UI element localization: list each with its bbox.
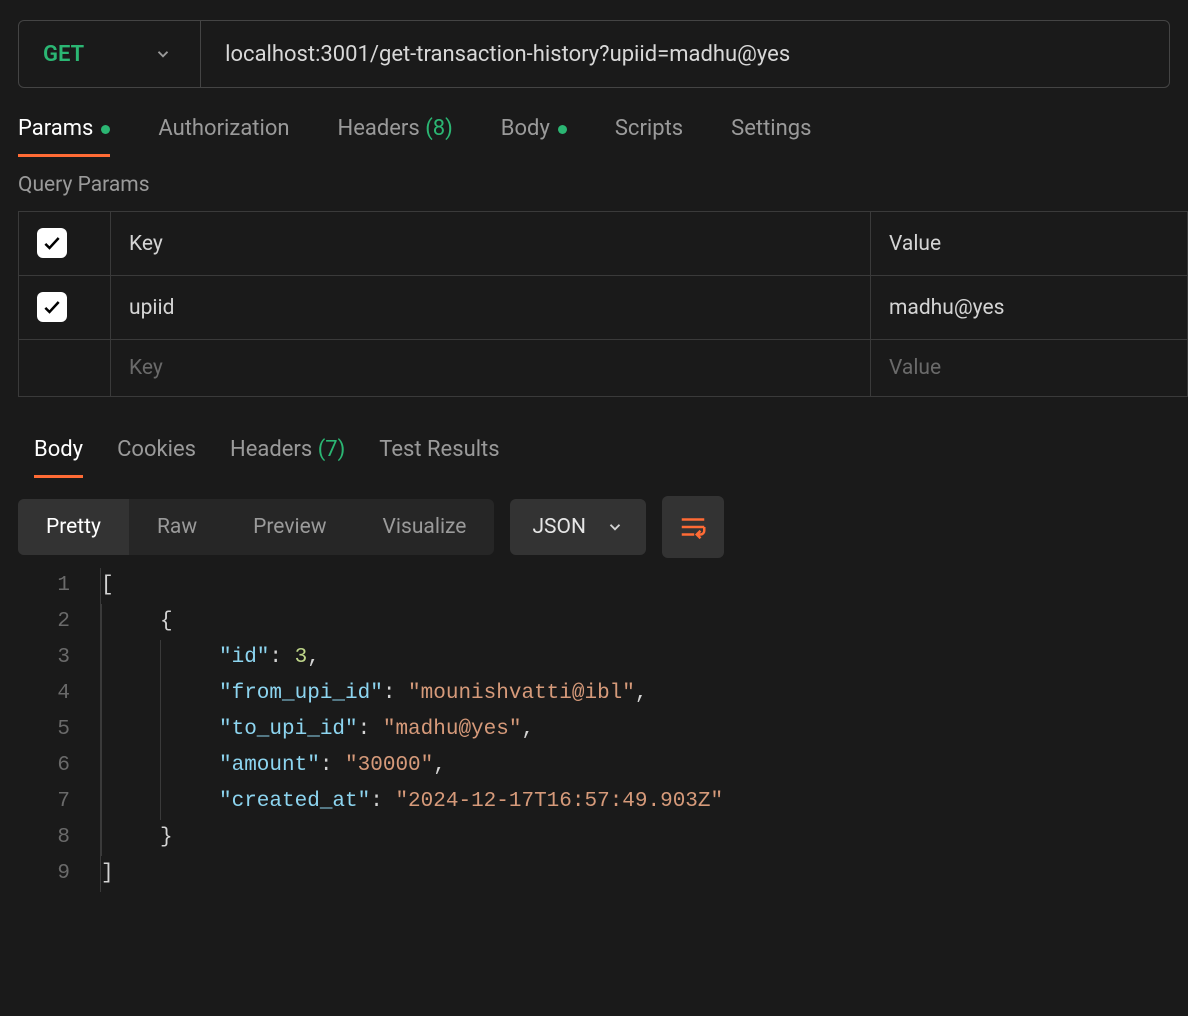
headers-count: (8) [425, 116, 453, 141]
param-value-placeholder[interactable]: Value [871, 340, 1188, 397]
table-row: upiid madhu@yes [19, 276, 1188, 340]
response-tabs: Body Cookies Headers (7) Test Results [0, 397, 1188, 476]
tab-headers[interactable]: Headers (8) [338, 116, 453, 155]
line-number: 2 [0, 604, 100, 640]
json-key: "amount" [219, 754, 320, 777]
json-value: "madhu@yes" [383, 718, 522, 741]
resp-tab-headers[interactable]: Headers (7) [230, 437, 345, 476]
select-all-cell[interactable] [19, 212, 111, 276]
column-key: Key [111, 212, 871, 276]
checkbox-checked-icon [37, 228, 67, 258]
tab-params-label: Params [18, 116, 93, 141]
params-active-dot-icon [101, 125, 110, 134]
checkbox-checked-icon [37, 292, 67, 322]
json-key: "from_upi_id" [219, 682, 383, 705]
line-number: 7 [0, 784, 100, 820]
tab-body-label: Body [501, 116, 550, 141]
line-number: 9 [0, 856, 100, 892]
tab-headers-label: Headers [338, 116, 420, 141]
query-params-table: Key Value upiid madhu@yes Key Value [18, 211, 1188, 397]
line-number: 5 [0, 712, 100, 748]
view-preview-button[interactable]: Preview [225, 499, 354, 555]
json-key: "to_upi_id" [219, 718, 358, 741]
table-header-row: Key Value [19, 212, 1188, 276]
json-text: { [160, 610, 173, 633]
row-checkbox-cell[interactable] [19, 276, 111, 340]
param-value-input[interactable]: madhu@yes [871, 276, 1188, 340]
json-key: "id" [219, 646, 269, 669]
tab-authorization[interactable]: Authorization [158, 116, 289, 155]
resp-tab-headers-label: Headers [230, 437, 312, 462]
http-method-select[interactable]: GET [19, 21, 201, 87]
line-number: 6 [0, 748, 100, 784]
line-number: 8 [0, 820, 100, 856]
response-view-controls: Pretty Raw Preview Visualize JSON [0, 476, 1188, 558]
resp-headers-count: (7) [318, 437, 346, 462]
table-row-placeholder: Key Value [19, 340, 1188, 397]
json-value: "mounishvatti@ibl" [408, 682, 635, 705]
json-key: "created_at" [219, 790, 370, 813]
line-number: 4 [0, 676, 100, 712]
chevron-down-icon [606, 518, 624, 536]
resp-tab-body[interactable]: Body [34, 437, 83, 476]
tab-settings[interactable]: Settings [731, 116, 811, 155]
view-mode-group: Pretty Raw Preview Visualize [18, 499, 494, 555]
json-text: ] [101, 862, 114, 885]
line-number: 1 [0, 568, 100, 604]
line-wrap-button[interactable] [662, 496, 724, 558]
request-tabs: Params Authorization Headers (8) Body Sc… [0, 88, 1188, 155]
param-key-input[interactable]: upiid [111, 276, 871, 340]
tab-body[interactable]: Body [501, 116, 567, 155]
query-params-title: Query Params [0, 155, 1188, 211]
line-wrap-icon [678, 512, 708, 542]
json-text: [ [101, 574, 114, 597]
json-value: "30000" [345, 754, 433, 777]
line-number: 3 [0, 640, 100, 676]
view-pretty-button[interactable]: Pretty [18, 499, 129, 555]
json-text: } [160, 826, 173, 849]
view-raw-button[interactable]: Raw [129, 499, 225, 555]
resp-tab-cookies[interactable]: Cookies [117, 437, 196, 476]
tab-scripts[interactable]: Scripts [615, 116, 683, 155]
url-input[interactable]: localhost:3001/get-transaction-history?u… [201, 42, 1169, 67]
column-value: Value [871, 212, 1188, 276]
json-value: 3 [295, 646, 308, 669]
response-format-label: JSON [532, 515, 585, 539]
http-method-label: GET [43, 42, 84, 67]
row-checkbox-empty[interactable] [19, 340, 111, 397]
param-key-placeholder[interactable]: Key [111, 340, 871, 397]
chevron-down-icon [154, 45, 172, 63]
response-body-code[interactable]: 1 [ 2 { 3 "id": 3, 4 "from_upi_id": "mou… [0, 558, 1188, 892]
response-format-select[interactable]: JSON [510, 499, 645, 555]
json-value: "2024-12-17T16:57:49.903Z" [395, 790, 723, 813]
resp-tab-test-results[interactable]: Test Results [379, 437, 499, 476]
view-visualize-button[interactable]: Visualize [355, 499, 495, 555]
body-active-dot-icon [558, 125, 567, 134]
request-bar: GET localhost:3001/get-transaction-histo… [18, 20, 1170, 88]
tab-params[interactable]: Params [18, 116, 110, 155]
